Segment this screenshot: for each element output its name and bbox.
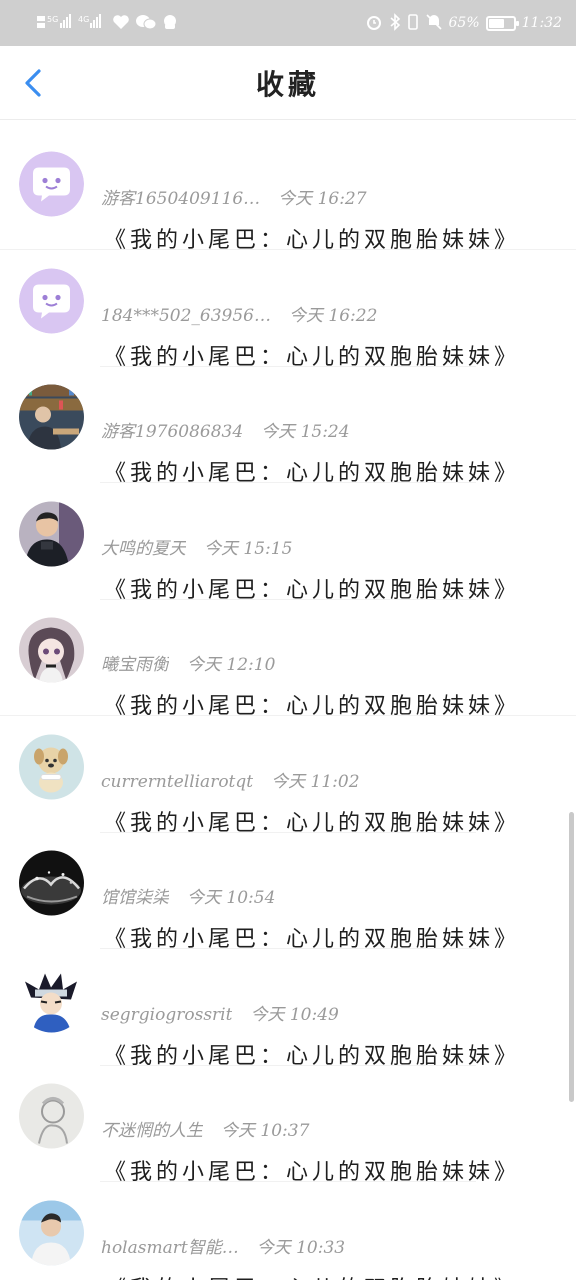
timestamp: 今天 10:49 xyxy=(250,1004,339,1025)
svg-text:5G: 5G xyxy=(47,15,58,24)
list-item[interactable]: 不迷惘的人生 今天 10:37 《我的小尾巴：心儿的双胞胎妹妹》 xyxy=(0,1066,576,1185)
battery-percent: 65% xyxy=(448,15,480,31)
sim-signal-icon: 5G xyxy=(36,13,72,34)
item-meta: currerntelliarotqt 今天 11:02 xyxy=(101,767,360,792)
signal-icon: 4G xyxy=(78,13,106,34)
chevron-left-icon xyxy=(25,69,41,97)
page-title: 收藏 xyxy=(255,67,320,101)
timestamp: 今天 10:33 xyxy=(256,1237,346,1258)
battery-icon xyxy=(485,15,519,31)
username[interactable]: holasmart智能… xyxy=(101,1233,239,1258)
status-bar: 5G 4G 65% 11:32 xyxy=(0,0,576,46)
list-item[interactable]: holasmart智能… 今天 10:33 《我的小尾巴：心儿的双胞胎妹妹》 xyxy=(0,1183,576,1280)
username[interactable]: 184***502_63956… xyxy=(101,306,271,326)
timestamp: 今天 16:27 xyxy=(278,189,367,209)
timestamp: 今天 10:37 xyxy=(221,1121,310,1141)
comment-text[interactable]: 《我的小尾巴：心儿的双胞胎妹妹》 xyxy=(104,1271,520,1280)
list-item[interactable]: currerntelliarotqt 今天 11:02 《我的小尾巴：心儿的双胞… xyxy=(0,717,576,836)
username[interactable]: currerntelliarotqt xyxy=(101,772,253,792)
item-meta: 馆馆柒柒 今天 10:54 xyxy=(101,883,275,908)
list-item[interactable]: 184***502_63956… 今天 16:22 《我的小尾巴：心儿的双胞胎妹… xyxy=(0,251,576,370)
username[interactable]: 游客1650409116… xyxy=(101,184,260,209)
man-photo-avatar[interactable] xyxy=(19,501,84,566)
item-meta: holasmart智能… 今天 10:33 xyxy=(101,1233,345,1258)
timestamp: 今天 16:22 xyxy=(288,305,378,326)
heart-icon xyxy=(112,14,130,33)
timestamp: 今天 10:54 xyxy=(187,888,276,908)
mute-icon xyxy=(425,13,443,34)
puppy-avatar[interactable] xyxy=(19,734,84,799)
anime-ninja-avatar[interactable] xyxy=(19,967,84,1032)
username[interactable]: 曦宝雨衡 xyxy=(101,650,169,675)
header-bar: 收藏 xyxy=(0,46,576,120)
vibrate-icon xyxy=(407,13,419,34)
list-item[interactable]: segrgiogrossrit 今天 10:49 《我的小尾巴：心儿的双胞胎妹妹… xyxy=(0,950,576,1069)
library-photo-avatar[interactable] xyxy=(19,384,84,450)
list-item[interactable]: 大鸣的夏天 今天 15:15 《我的小尾巴：心儿的双胞胎妹妹》 xyxy=(0,484,576,603)
username[interactable]: 游客1976086834 xyxy=(101,417,243,442)
app-icon xyxy=(162,14,178,33)
list-item[interactable]: 馆馆柒柒 今天 10:54 《我的小尾巴：心儿的双胞胎妹妹》 xyxy=(0,833,576,952)
favorites-list[interactable]: 游客1650409116… 今天 16:27 《我的小尾巴：心儿的双胞胎妹妹》 … xyxy=(0,120,576,1280)
username[interactable]: 大鸣的夏天 xyxy=(101,534,186,559)
timestamp: 今天 15:15 xyxy=(204,538,293,559)
list-item[interactable]: 曦宝雨衡 今天 12:10 《我的小尾巴：心儿的双胞胎妹妹》 xyxy=(0,600,576,719)
scrollbar[interactable] xyxy=(569,812,574,1102)
back-button[interactable] xyxy=(16,66,50,100)
username[interactable]: 馆馆柒柒 xyxy=(101,883,169,908)
splash-avatar[interactable] xyxy=(19,850,84,916)
status-right: 65% 11:32 xyxy=(365,12,562,34)
item-meta: 大鸣的夏天 今天 15:15 xyxy=(101,534,292,559)
item-meta: 游客1650409116… 今天 16:27 xyxy=(101,184,367,209)
default-chat-avatar[interactable] xyxy=(19,268,84,333)
alarm-icon xyxy=(365,13,383,34)
sketch-avatar[interactable] xyxy=(19,1083,84,1149)
timestamp: 今天 12:10 xyxy=(187,655,276,675)
item-meta: segrgiogrossrit 今天 10:49 xyxy=(101,1000,339,1025)
bluetooth-icon xyxy=(389,12,401,34)
username[interactable]: 不迷惘的人生 xyxy=(101,1116,203,1141)
list-item[interactable]: 游客1976086834 今天 15:24 《我的小尾巴：心儿的双胞胎妹妹》 xyxy=(0,367,576,486)
item-meta: 184***502_63956… 今天 16:22 xyxy=(101,301,377,326)
person-photo-avatar[interactable] xyxy=(19,1200,84,1265)
status-left: 5G 4G xyxy=(36,13,178,34)
list-item[interactable]: 游客1650409116… 今天 16:27 《我的小尾巴：心儿的双胞胎妹妹》 xyxy=(0,134,576,253)
status-time: 11:32 xyxy=(521,15,562,31)
item-meta: 不迷惘的人生 今天 10:37 xyxy=(101,1116,309,1141)
item-meta: 曦宝雨衡 今天 12:10 xyxy=(101,650,275,675)
anime-girl-avatar[interactable] xyxy=(19,617,84,683)
wechat-icon xyxy=(136,14,157,33)
timestamp: 今天 11:02 xyxy=(271,771,360,792)
timestamp: 今天 15:24 xyxy=(261,422,350,442)
default-chat-avatar[interactable] xyxy=(19,151,84,217)
svg-text:4G: 4G xyxy=(78,15,89,24)
username[interactable]: segrgiogrossrit xyxy=(101,1005,232,1025)
item-meta: 游客1976086834 今天 15:24 xyxy=(101,417,350,442)
